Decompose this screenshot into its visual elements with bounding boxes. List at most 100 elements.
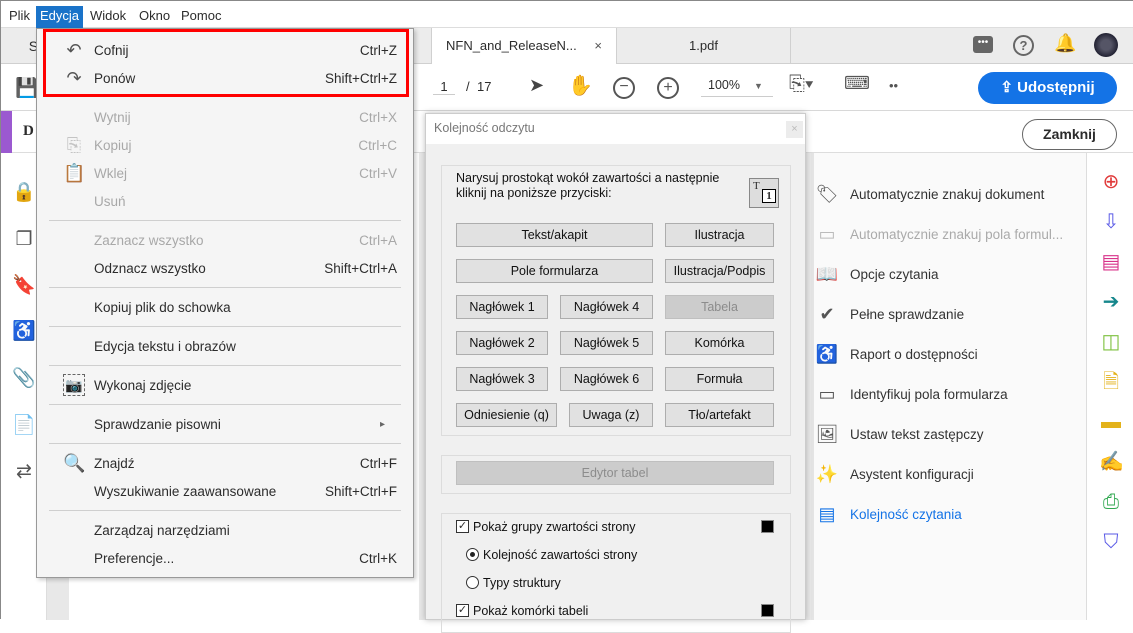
tab-nfn[interactable]: NFN_and_ReleaseN... × <box>431 28 617 64</box>
more-tools-icon[interactable]: •• <box>889 78 898 93</box>
menu-label: Znajdź <box>94 456 135 471</box>
menu-item-advanced-search[interactable]: Wyszukiwanie zaawansowaneShift+Ctrl+F <box>37 477 413 505</box>
hand-icon[interactable]: ✋ <box>568 73 593 98</box>
heading-2-button[interactable]: Nagłówek 2 <box>456 331 548 355</box>
comment-icon[interactable]: ••• <box>973 36 993 53</box>
fit-page-icon[interactable]: ⎘▾ <box>789 73 813 96</box>
lock-icon[interactable]: 🔒 <box>12 181 36 205</box>
tool-autotag-document[interactable]: 🏷Automatycznie znakuj dokument <box>814 180 1044 208</box>
dialog-close-button[interactable]: × <box>786 121 803 138</box>
protect-shield-icon[interactable]: ⛉ <box>1099 530 1123 554</box>
zoom-out-icon[interactable]: − <box>613 77 635 99</box>
tool-reading-order[interactable]: ▤Kolejność czytania <box>814 500 962 528</box>
menu-item-manage-tools[interactable]: Zarządzaj narzędziami <box>37 516 413 544</box>
tool-label: Pełne sprawdzanie <box>850 307 964 322</box>
bookmark-icon[interactable]: 🔖 <box>12 274 36 298</box>
heading-4-button[interactable]: Nagłówek 4 <box>560 295 653 319</box>
menu-shortcut: Ctrl+A <box>359 233 397 248</box>
heading-1-button[interactable]: Nagłówek 1 <box>456 295 548 319</box>
menu-widok[interactable]: Widok <box>86 6 130 28</box>
menu-item-spelling[interactable]: Sprawdzanie pisowni▸ <box>37 410 413 438</box>
menu-label: Zaznacz wszystko <box>94 233 204 248</box>
image-text-icon: 🖼 <box>814 423 840 445</box>
figure-caption-button[interactable]: Ilustracja/Podpis <box>665 259 774 283</box>
menu-okno[interactable]: Okno <box>135 6 174 28</box>
show-groups-checkbox[interactable]: ✓ <box>456 520 469 533</box>
bell-icon[interactable]: 🔔 <box>1054 33 1076 54</box>
tool-label: Identyfikuj pola formularza <box>850 387 1008 402</box>
cell-button[interactable]: Komórka <box>665 331 774 355</box>
pages-icon[interactable]: ❐ <box>12 228 36 252</box>
form-field-button[interactable]: Pole formularza <box>456 259 653 283</box>
page-number-input[interactable]: 1 <box>433 79 455 95</box>
menu-item-preferences[interactable]: Preferencje...Ctrl+K <box>37 544 413 572</box>
autotag-icon: 🏷 <box>814 183 840 205</box>
tool-setup-assistant[interactable]: ✨Asystent konfiguracji <box>814 460 974 488</box>
figure-button[interactable]: Ilustracja <box>665 223 774 247</box>
help-icon[interactable]: ? <box>1013 35 1034 56</box>
tool-autotag-form: ▭Automatycznie znakuj pola formul... <box>814 220 1063 248</box>
tool-full-check[interactable]: ✔Pełne sprawdzanie <box>814 300 964 328</box>
print-production-icon[interactable]: ⎙ <box>1099 490 1123 514</box>
menu-edycja[interactable]: Edycja <box>36 6 83 28</box>
close-icon[interactable]: × <box>594 38 602 53</box>
menu-item-snapshot[interactable]: 📷Wykonaj zdjęcie <box>37 371 413 399</box>
heading-3-button[interactable]: Nagłówek 3 <box>456 367 548 391</box>
menu-item-edit-text[interactable]: Edycja tekstu i obrazów <box>37 332 413 360</box>
share-label: Udostępnij <box>1017 79 1095 96</box>
tool-identify-fields[interactable]: ▭Identyfikuj pola formularza <box>814 380 1008 408</box>
cells-color-swatch[interactable] <box>761 604 774 617</box>
tool-alt-text[interactable]: 🖼Ustaw tekst zastępczy <box>814 420 984 448</box>
send-pdf-icon[interactable]: ➔ <box>1099 290 1123 314</box>
share-button[interactable]: ⇪ Udostępnij <box>978 72 1117 104</box>
edit-menu: ↶CofnijCtrl+Z ↷PonówShift+Ctrl+Z WytnijC… <box>36 28 414 578</box>
camera-icon: 📷 <box>63 374 85 396</box>
tool-accessibility-report[interactable]: ♿Raport o dostępności <box>814 340 978 368</box>
background-artifact-button[interactable]: Tło/artefakt <box>665 403 774 427</box>
tab-label: NFN_and_ReleaseN... <box>446 38 577 53</box>
avatar[interactable] <box>1094 33 1118 57</box>
menu-separator <box>37 438 413 449</box>
order-icon[interactable]: ⇄ <box>12 460 36 484</box>
note-button[interactable]: Uwaga (z) <box>569 403 653 427</box>
comment-file-icon[interactable]: 🗎 <box>1099 370 1123 394</box>
search-icon: 🔍 <box>63 453 85 474</box>
reference-button[interactable]: Odniesienie (q) <box>456 403 557 427</box>
menu-label: Usuń <box>94 194 126 209</box>
tool-reading-options[interactable]: 📖Opcje czytania <box>814 260 939 288</box>
heading-6-button[interactable]: Nagłówek 6 <box>560 367 653 391</box>
zoom-in-icon[interactable]: + <box>657 77 679 99</box>
menu-label: Kopiuj plik do schowka <box>94 300 231 315</box>
attachment-icon[interactable]: 📎 <box>12 367 36 391</box>
menu-separator <box>37 321 413 332</box>
menu-item-deselect-all[interactable]: Odznacz wszystkoShift+Ctrl+A <box>37 254 413 282</box>
close-tool-button[interactable]: Zamknij <box>1022 119 1117 150</box>
heading-5-button[interactable]: Nagłówek 5 <box>560 331 653 355</box>
show-order-panel-icon[interactable]: T1 <box>749 178 779 208</box>
document-icon[interactable]: 📄 <box>12 414 36 438</box>
menu-item-copy-file[interactable]: Kopiuj plik do schowka <box>37 293 413 321</box>
dialog-title: Kolejność odczytu <box>426 114 805 144</box>
menu-pomoc[interactable]: Pomoc <box>177 6 225 28</box>
menu-item-select-all: Zaznacz wszystko Ctrl+A <box>37 226 413 254</box>
sign-icon[interactable]: ✍ <box>1099 450 1123 474</box>
share-icon: ⇪ <box>1000 79 1017 96</box>
scroll-mode-icon[interactable]: ⌨ <box>844 73 870 94</box>
create-pdf-icon[interactable]: ⊕ <box>1099 170 1123 194</box>
formula-button[interactable]: Formuła <box>665 367 774 391</box>
select-cursor-icon[interactable]: ➤ <box>529 75 544 96</box>
content-order-radio[interactable] <box>466 548 479 561</box>
structure-types-radio[interactable] <box>466 576 479 589</box>
show-cells-checkbox[interactable]: ✓ <box>456 604 469 617</box>
accessibility-tags-icon[interactable]: ♿ <box>12 320 36 344</box>
groups-color-swatch[interactable] <box>761 520 774 533</box>
compare-icon[interactable]: ◫ <box>1099 330 1123 354</box>
zoom-select[interactable]: 100%▼ <box>701 78 773 97</box>
menu-item-find[interactable]: 🔍ZnajdźCtrl+F <box>37 449 413 477</box>
export-pdf-icon[interactable]: ⇩ <box>1099 210 1123 234</box>
menu-plik[interactable]: Plik <box>5 6 34 28</box>
text-paragraph-button[interactable]: Tekst/akapit <box>456 223 653 247</box>
comment-icon[interactable]: ▬ <box>1099 410 1123 434</box>
tab-1pdf[interactable]: 1.pdf <box>617 28 791 64</box>
organize-pages-icon[interactable]: ▤ <box>1099 250 1123 274</box>
